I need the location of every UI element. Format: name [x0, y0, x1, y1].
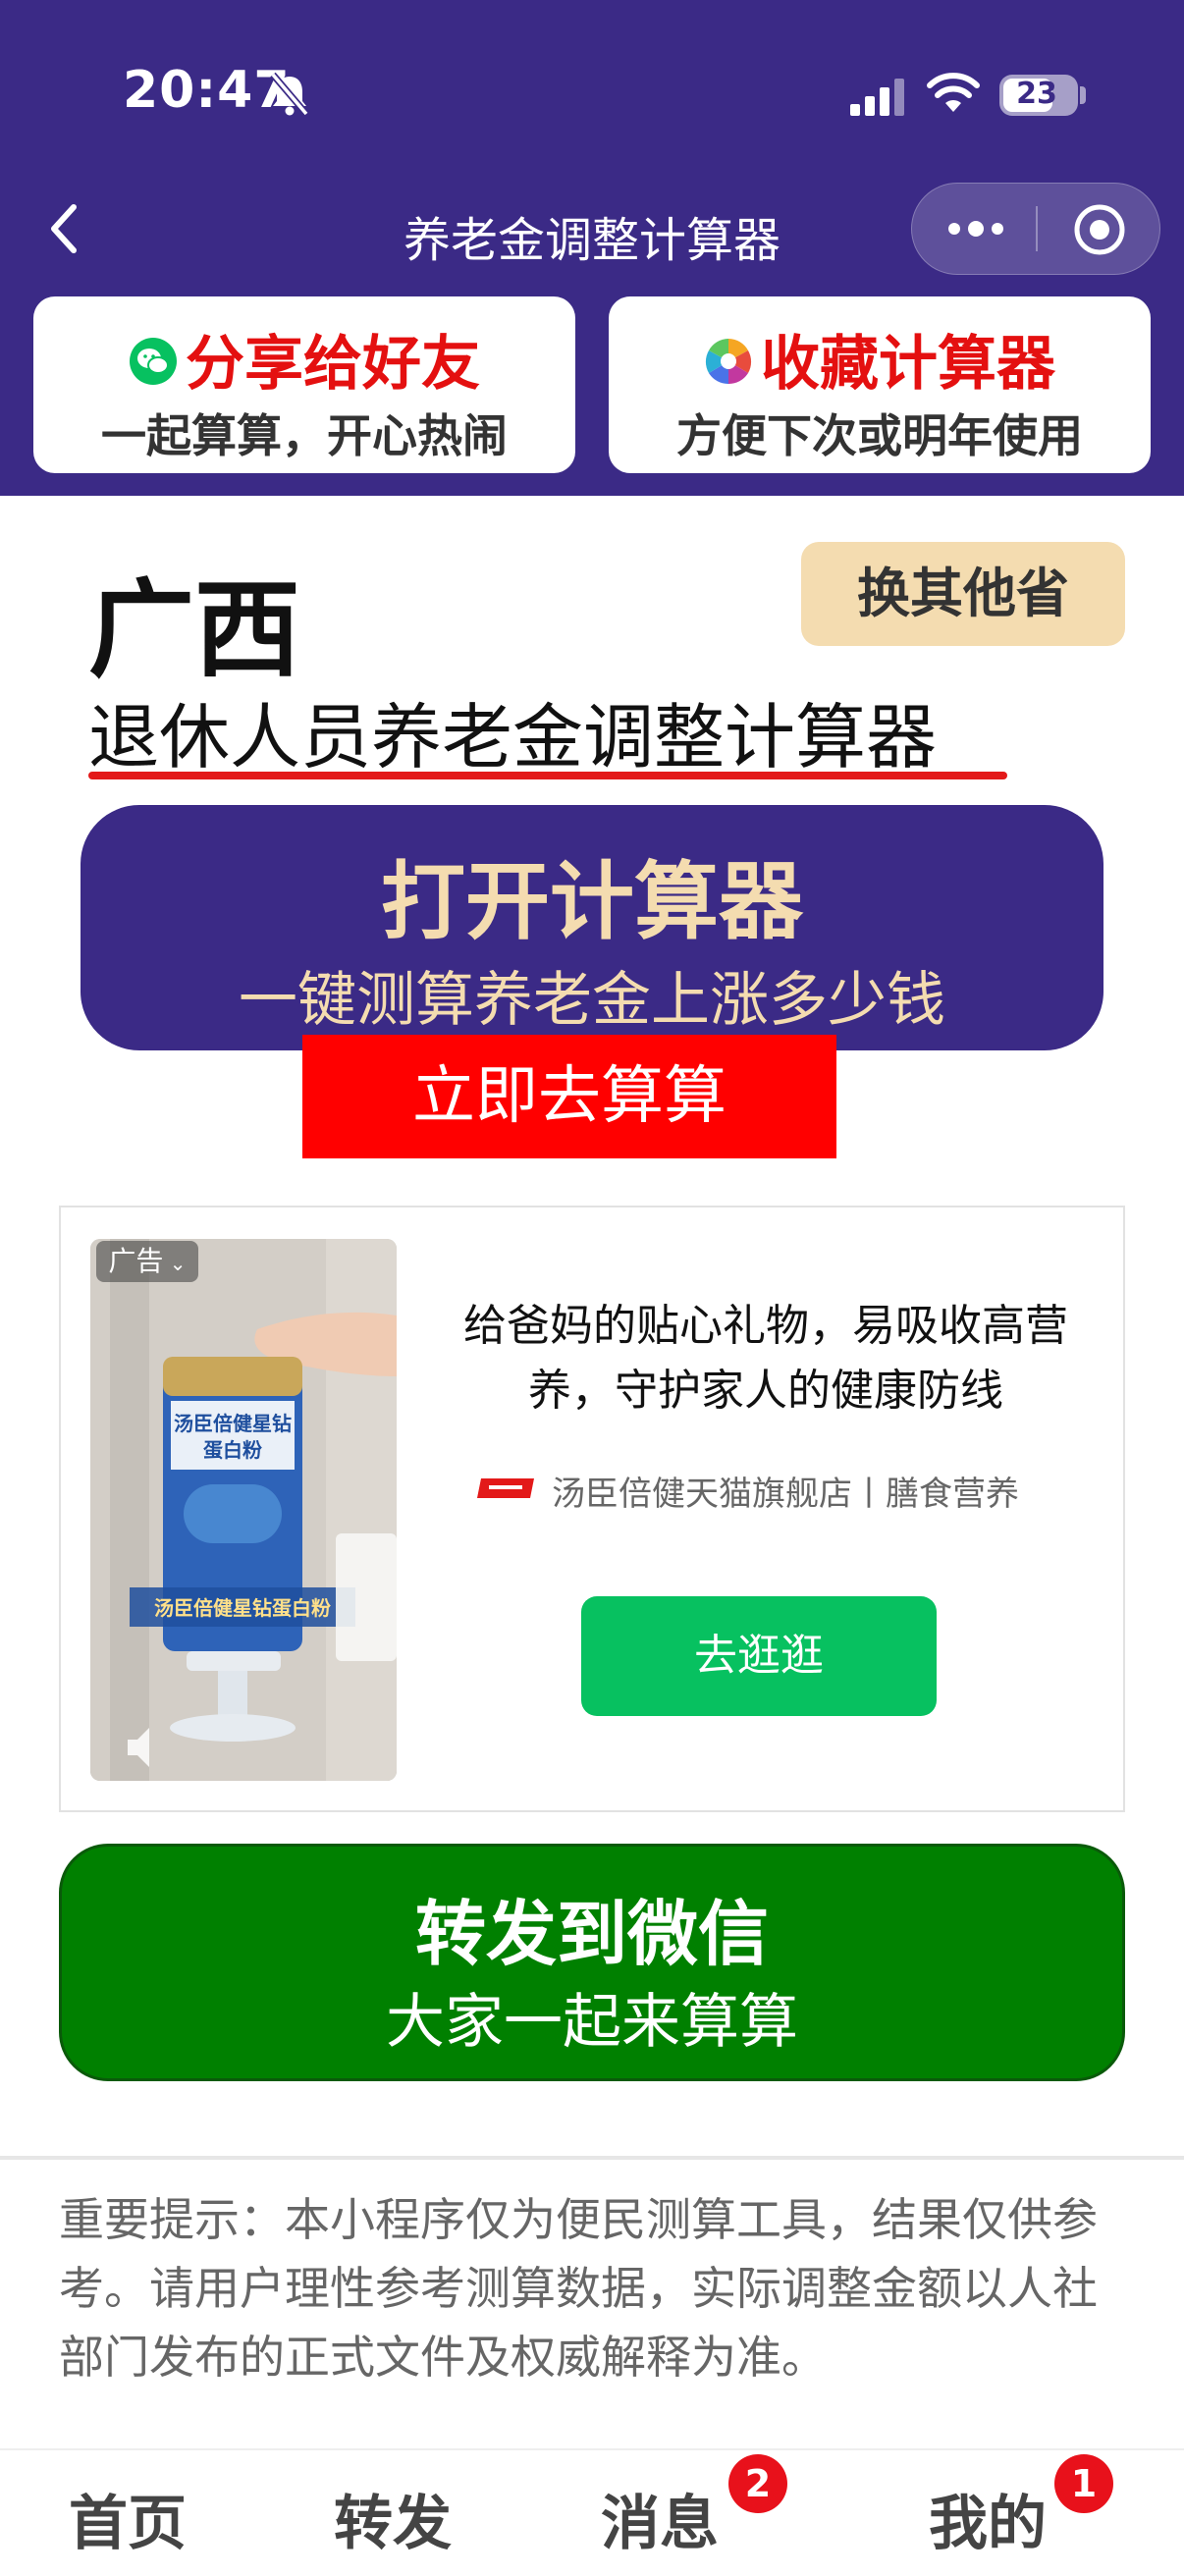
open-calculator-subtitle: 一键测算养老金上涨多少钱	[239, 966, 945, 1035]
open-calculator-button[interactable]: 打开计算器 一键测算养老金上涨多少钱	[81, 805, 1103, 1050]
tab-forward[interactable]: 转发	[334, 2476, 452, 2561]
calculator-title: 退休人员养老金调整计算器	[88, 696, 938, 778]
brand-logo-icon	[477, 1478, 534, 1498]
divider	[0, 2156, 1184, 2160]
close-miniprogram-icon[interactable]	[1072, 202, 1127, 257]
signal-icon	[850, 79, 904, 116]
share-card-subtitle: 一起算算，开心热闹	[101, 409, 508, 462]
ad-product-image[interactable]: 汤臣倍健星钻 蛋白粉 汤臣倍健星钻蛋白粉	[90, 1239, 397, 1781]
disclaimer-notice: 重要提示：本小程序仅为便民测算工具，结果仅供参考。请用户理性参考测算数据，实际调…	[59, 2193, 1098, 2384]
title-underline	[88, 772, 1007, 779]
open-calculator-title: 打开计算器	[381, 853, 803, 951]
ad-brand: 汤臣倍健天猫旗舰店丨膳食营养	[552, 1475, 1019, 1514]
battery-level: 23	[1016, 77, 1057, 111]
tab-messages[interactable]: 消息	[601, 2476, 719, 2561]
messages-badge: 2	[728, 2454, 787, 2513]
tab-bar: 首页 转发 消息 2 我的 1	[0, 2448, 1184, 2576]
favorite-calculator-card[interactable]: 收藏计算器 方便下次或明年使用	[609, 296, 1151, 473]
change-province-button[interactable]: 换其他省	[801, 542, 1125, 646]
more-options-icon[interactable]	[944, 216, 1007, 242]
svg-text:蛋白粉: 蛋白粉	[203, 1438, 262, 1462]
wechat-icon	[130, 338, 177, 386]
favorite-card-title: 收藏计算器	[761, 330, 1055, 399]
ad-tag[interactable]: 广告 ⌄	[96, 1241, 198, 1282]
capsule-divider	[1036, 206, 1038, 251]
province-name: 广西	[88, 569, 301, 692]
battery-icon: 23	[999, 75, 1078, 116]
ad-go-shopping-button[interactable]: 去逛逛	[581, 1596, 937, 1716]
go-calculate-button[interactable]: 立即去算算	[302, 1035, 836, 1158]
ad-tag-label: 广告	[108, 1245, 164, 1277]
can-label: 汤臣倍健星钻	[174, 1412, 292, 1435]
mute-bell-icon	[270, 72, 309, 117]
favorite-card-subtitle: 方便下次或明年使用	[676, 409, 1083, 462]
back-chevron-icon[interactable]	[44, 199, 83, 258]
favorite-aperture-icon	[705, 338, 752, 386]
page-title: 养老金调整计算器	[403, 213, 780, 268]
ad-image-caption: 汤臣倍健星钻蛋白粉	[154, 1596, 331, 1620]
mine-badge: 1	[1054, 2454, 1113, 2513]
tab-home[interactable]: 首页	[69, 2476, 187, 2561]
battery-tip	[1080, 86, 1086, 104]
share-to-friends-card[interactable]: 分享给好友 一起算算，开心热闹	[33, 296, 575, 473]
tab-mine[interactable]: 我的	[929, 2476, 1047, 2561]
protein-powder-can-illustration: 汤臣倍健星钻 蛋白粉 汤臣倍健星钻蛋白粉	[90, 1239, 397, 1781]
forward-title: 转发到微信	[414, 1893, 769, 1975]
status-time: 20:47	[123, 61, 291, 120]
forward-to-wechat-button[interactable]: 转发到微信 大家一起来算算	[59, 1844, 1125, 2081]
ad-description: 给爸妈的贴心礼物，易吸收高营养，守护家人的健康防线	[463, 1301, 1068, 1416]
wifi-icon	[927, 73, 980, 112]
forward-subtitle: 大家一起来算算	[386, 1988, 798, 2057]
share-card-title: 分享给好友	[186, 330, 480, 399]
